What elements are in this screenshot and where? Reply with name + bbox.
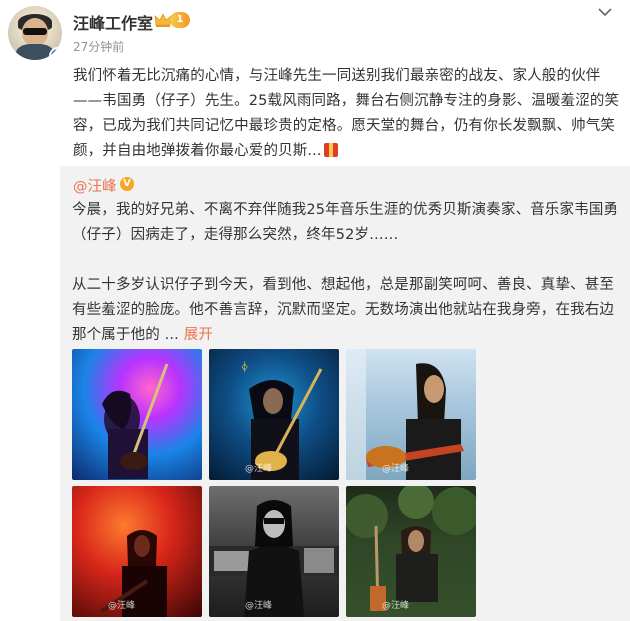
- repost-paragraph-2-text: 从二十多岁认识仔子到今天，看到他、想起他，总是那副笑呵呵、善良、真挚、甚至有些羞…: [72, 277, 615, 343]
- post-username[interactable]: 汪峰工作室: [73, 10, 153, 34]
- verified-badge-icon: V: [49, 47, 62, 60]
- photo-portrait-garden[interactable]: @汪峰: [346, 486, 476, 617]
- photo-watermark: @汪峰: [245, 464, 273, 474]
- photo-bassist-outdoor[interactable]: @汪峰: [346, 349, 476, 480]
- svg-text:ᛄ: ᛄ: [241, 360, 248, 374]
- weibo-post: V 汪峰工作室 1 27分钟前 我们怀着无比沉痛的心情，与汪峰先生一同送别我们最…: [0, 0, 630, 621]
- repost-card[interactable]: @汪峰 V 今晨，我的好兄弟、不离不弃伴随我25年音乐生涯的优秀贝斯演奏家、音乐…: [60, 166, 630, 621]
- photo-5-illustration: [209, 500, 339, 617]
- photo-bassist-blue-stage[interactable]: ᛄ @汪峰: [209, 349, 339, 480]
- expand-link[interactable]: 展开: [184, 327, 213, 343]
- photo-6-illustration: [346, 486, 476, 612]
- avatar-glasses: [23, 28, 47, 35]
- photo-watermark: @汪峰: [245, 601, 273, 611]
- gold-verified-icon: V: [120, 177, 134, 191]
- photo-4-illustration: [100, 530, 167, 617]
- photo-guitarist-red-stage[interactable]: @汪峰: [72, 486, 202, 617]
- photo-bassist-purple-stage[interactable]: [72, 349, 202, 480]
- repost-paragraph-1: 今晨，我的好兄弟、不离不弃伴随我25年音乐生涯的优秀贝斯演奏家、音乐家韦国勇（仔…: [72, 202, 619, 243]
- avatar[interactable]: V: [8, 6, 62, 60]
- gift-emoji-icon: [323, 143, 338, 157]
- chevron-down-icon[interactable]: [597, 6, 613, 18]
- photo-2-illustration: ᛄ: [241, 360, 323, 480]
- photo-watermark: @汪峰: [108, 601, 136, 611]
- repost-paragraph-2: 从二十多岁认识仔子到今天，看到他、想起他，总是那副笑呵呵、善良、真挚、甚至有些羞…: [72, 273, 620, 348]
- post-timestamp[interactable]: 27分钟前: [73, 38, 124, 55]
- level-badge: 1: [170, 12, 190, 28]
- photo-watermark: @汪峰: [382, 464, 410, 474]
- repost-body: 今晨，我的好兄弟、不离不弃伴随我25年音乐生涯的优秀贝斯演奏家、音乐家韦国勇（仔…: [72, 198, 620, 348]
- photo-watermark: @汪峰: [382, 601, 410, 611]
- post-body-text: 我们怀着无比沉痛的心情，与汪峰先生一同送别我们最亲密的战友、家人般的伙伴——韦国…: [73, 68, 620, 159]
- photo-1-illustration: [102, 363, 169, 479]
- post-body: 我们怀着无比沉痛的心情，与汪峰先生一同送别我们最亲密的战友、家人般的伙伴——韦国…: [73, 64, 621, 164]
- repost-author[interactable]: @汪峰: [73, 175, 117, 196]
- photo-3-illustration: [346, 349, 464, 480]
- photo-portrait-studio[interactable]: @汪峰: [209, 486, 339, 617]
